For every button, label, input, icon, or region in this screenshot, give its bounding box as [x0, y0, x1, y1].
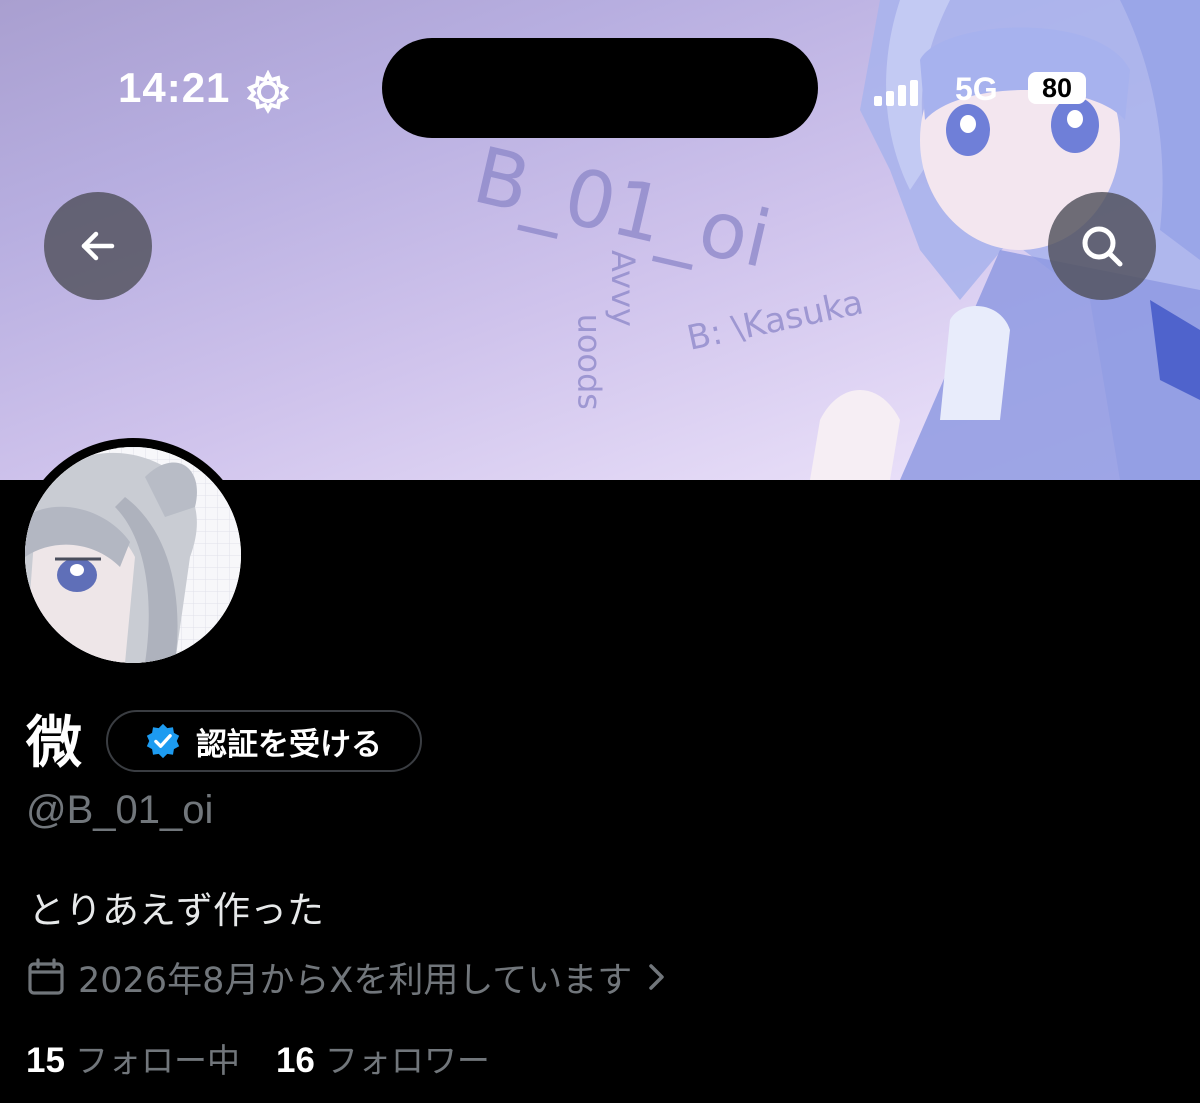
profile-page: B_01_oi B: \Kasuka Avvy spoon 14:21 5G 8…: [0, 0, 1200, 1103]
banner-sub-text-2: spoon: [566, 314, 604, 410]
joined-date-text: 2026年8月からXを利用しています: [78, 960, 633, 1001]
display-name: 微: [26, 711, 82, 776]
dynamic-island: [382, 38, 818, 138]
get-verified-label: 認証を受ける: [196, 726, 382, 763]
cellular-signal-icon: [874, 80, 920, 110]
banner-sub-text-1: Avvy: [604, 250, 642, 327]
joined-date-row[interactable]: 2026年8月からXを利用しています: [26, 952, 668, 1002]
network-type: 5G: [955, 71, 998, 107]
follow-stats: 15 フォロー中 16 フォロワー: [26, 1034, 490, 1080]
verified-badge-icon: [144, 722, 182, 760]
calendar-icon: [26, 957, 66, 997]
chevron-right-icon: [646, 962, 668, 992]
avatar[interactable]: [25, 447, 241, 663]
followers-count: 16: [275, 1041, 315, 1080]
back-button[interactable]: [44, 192, 152, 300]
arrow-left-icon: [78, 226, 118, 266]
battery-icon: 80: [1028, 72, 1086, 104]
followers-label: フォロワー: [324, 1041, 490, 1080]
status-time: 14:21: [118, 64, 231, 111]
search-icon: [1078, 222, 1126, 270]
avatar-illustration: [25, 447, 241, 663]
following-count: 15: [26, 1041, 65, 1080]
profile-banner[interactable]: B_01_oi B: \Kasuka Avvy spoon 14:21 5G 8…: [0, 0, 1200, 480]
user-handle: @B_01_oi: [26, 788, 214, 832]
following-link[interactable]: 15 フォロー中: [26, 1034, 240, 1082]
profile-bio: とりあえず作った: [28, 889, 324, 932]
following-label: フォロー中: [74, 1041, 240, 1080]
search-button[interactable]: [1048, 192, 1156, 300]
get-verified-button[interactable]: 認証を受ける: [106, 710, 422, 772]
banner-credit-text: B: \Kasuka: [684, 283, 867, 359]
gear-icon: [246, 69, 290, 118]
followers-link[interactable]: 16 フォロワー: [276, 1034, 490, 1082]
